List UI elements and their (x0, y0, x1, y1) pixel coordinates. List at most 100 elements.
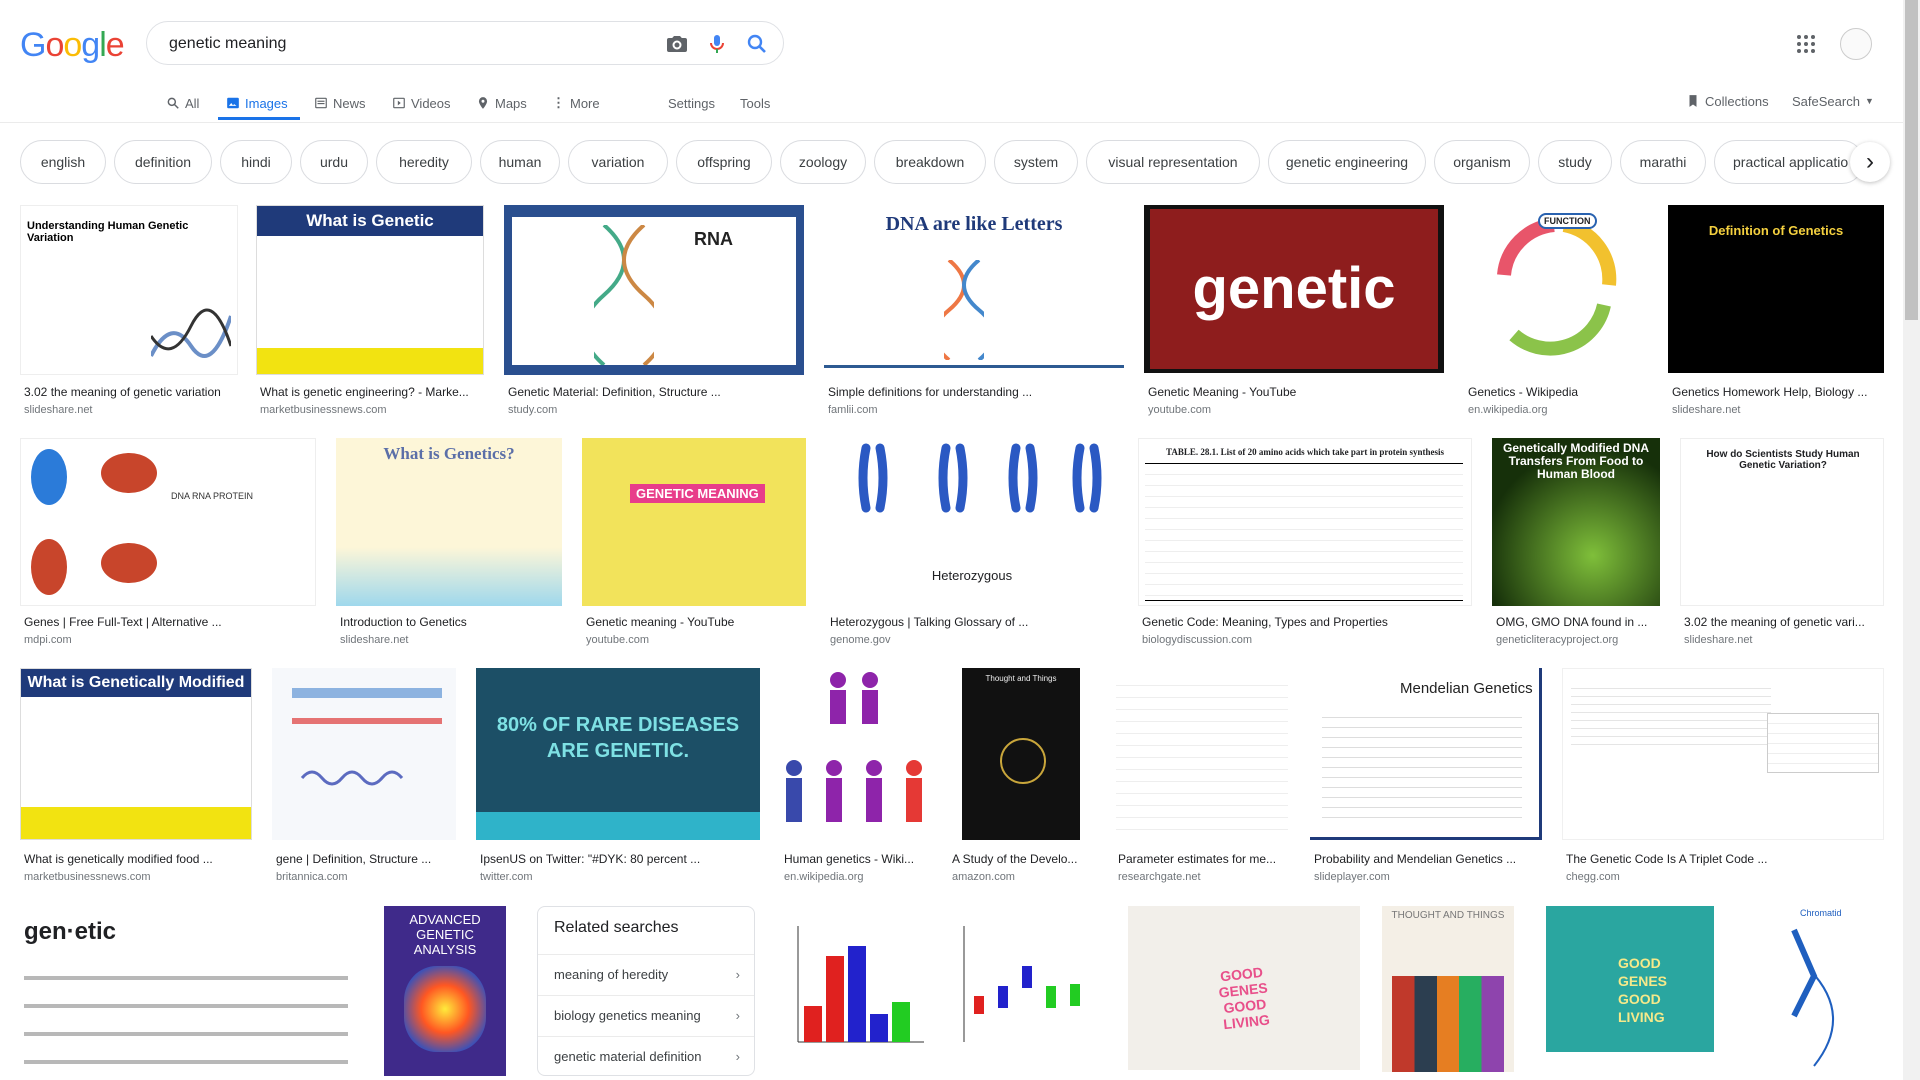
thumb-title: DNA are like Letters (885, 213, 1063, 235)
chip-practical-application[interactable]: practical applicatio (1714, 140, 1864, 184)
result-caption[interactable]: OMG, GMO DNA found in ... (1496, 615, 1660, 629)
result-thumbnail[interactable] (774, 906, 1108, 1070)
chevron-right-icon: › (735, 1049, 740, 1064)
camera-icon[interactable] (665, 32, 689, 56)
result-thumbnail[interactable]: Definition of Genetics (1668, 205, 1884, 373)
settings-link[interactable]: Settings (668, 90, 715, 116)
result-thumbnail[interactable]: TABLE. 28.1. List of 20 amino acids whic… (1138, 438, 1472, 606)
related-search-item[interactable]: meaning of heredity › (538, 954, 754, 994)
chip-human[interactable]: human (480, 140, 560, 184)
result-thumbnail[interactable]: ADVANCED GENETIC ANALYSIS (384, 906, 506, 1076)
chip-study[interactable]: study (1538, 140, 1612, 184)
chip-zoology[interactable]: zoology (780, 140, 866, 184)
result-thumbnail[interactable]: Mendelian Genetics (1310, 668, 1542, 840)
result-thumbnail[interactable]: genetic (1144, 205, 1444, 373)
result-caption[interactable]: Parameter estimates for me... (1118, 852, 1290, 866)
chip-urdu[interactable]: urdu (300, 140, 368, 184)
result-caption[interactable]: 3.02 the meaning of genetic variation (24, 385, 238, 399)
result-thumbnail[interactable]: What is Genetics? (336, 438, 562, 606)
search-input[interactable] (167, 32, 641, 56)
result-caption[interactable]: Human genetics - Wiki... (784, 852, 928, 866)
result-thumbnail[interactable]: THOUGHT AND THINGS (1382, 906, 1514, 1072)
related-search-item[interactable]: biology genetics meaning › (538, 995, 754, 1035)
collections-link[interactable]: Collections (1686, 88, 1769, 114)
result-thumbnail[interactable] (272, 668, 456, 840)
chips-next-button[interactable]: › (1850, 142, 1890, 182)
tools-link[interactable]: Tools (740, 90, 770, 116)
tab-more[interactable]: ⋮ More (552, 90, 600, 116)
result-thumbnail[interactable]: What is Genetically Modified Food? (20, 668, 252, 840)
google-logo[interactable]: Google (20, 26, 125, 65)
table-lines (1116, 674, 1288, 836)
result-caption[interactable]: Genetics - Wikipedia (1468, 385, 1648, 399)
result-thumbnail[interactable]: Genetically Modified DNA Transfers From … (1492, 438, 1660, 606)
result-thumbnail[interactable] (1562, 668, 1884, 840)
tab-videos[interactable]: Videos (392, 90, 451, 116)
result-thumbnail[interactable]: DNA RNA PROTEIN (20, 438, 316, 606)
result-thumbnail[interactable] (1114, 668, 1290, 840)
scrollbar-thumb[interactable] (1905, 0, 1918, 320)
result-thumbnail[interactable]: FUNCTION (1464, 205, 1648, 373)
search-icon[interactable] (745, 32, 769, 56)
tab-news[interactable]: News (314, 90, 366, 116)
chip-variation[interactable]: variation (568, 140, 668, 184)
result-thumbnail[interactable]: Chromatid (1734, 906, 1884, 1076)
safesearch-dropdown[interactable]: SafeSearch ▼ (1792, 88, 1874, 114)
avatar[interactable] (1840, 28, 1872, 60)
chip-genetic-engineering[interactable]: genetic engineering (1268, 140, 1426, 184)
result-caption[interactable]: What is genetic engineering? - Marke... (260, 385, 482, 399)
result-thumbnail[interactable]: gen·etic (20, 906, 352, 1076)
result-caption[interactable]: Genetic meaning - YouTube (586, 615, 806, 629)
result-thumbnail[interactable]: What is Genetic Engineering? (256, 205, 484, 375)
chip-organism[interactable]: organism (1434, 140, 1530, 184)
thumb-title: How do Scientists Study Human Genetic Va… (1706, 449, 1860, 471)
result-thumbnail[interactable]: Thought and Things (948, 668, 1094, 840)
result-caption[interactable]: IpsenUS on Twitter: "#DYK: 80 percent ..… (480, 852, 760, 866)
result-thumbnail[interactable]: 80% OF RARE DISEASES ARE GENETIC. (476, 668, 760, 840)
related-search-item[interactable]: genetic material definition › (538, 1036, 754, 1076)
result-caption[interactable]: gene | Definition, Structure ... (276, 852, 456, 866)
answer-box (1767, 713, 1879, 773)
result-source: twitter.com (480, 871, 533, 883)
result-source: genome.gov (830, 634, 891, 646)
result-caption[interactable]: Simple definitions for understanding ... (828, 385, 1124, 399)
result-thumbnail[interactable]: How do Scientists Study Human Genetic Va… (1680, 438, 1884, 606)
map-pin-icon (478, 97, 488, 109)
result-thumbnail[interactable]: GENETIC MEANING (582, 438, 806, 606)
result-thumbnail[interactable]: DNA are like Letters (824, 205, 1124, 368)
tab-all[interactable]: All (166, 90, 199, 116)
cycle-diagram (1497, 218, 1617, 356)
tab-maps[interactable]: Maps (476, 90, 527, 116)
result-thumbnail[interactable]: RNA (504, 205, 804, 375)
result-caption[interactable]: Heterozygous | Talking Glossary of ... (830, 615, 1118, 629)
chip-english[interactable]: english (20, 140, 106, 184)
microphone-icon[interactable] (705, 32, 729, 56)
result-caption[interactable]: Introduction to Genetics (340, 615, 562, 629)
result-caption[interactable]: Genetic Material: Definition, Structure … (508, 385, 804, 399)
result-thumbnail[interactable]: Heterozygous (826, 438, 1118, 606)
chip-system[interactable]: system (994, 140, 1078, 184)
thumb-title: GOOD GENES GOOD LIVING (1217, 963, 1271, 1033)
result-caption[interactable]: Genetics Homework Help, Biology ... (1672, 385, 1884, 399)
chip-heredity[interactable]: heredity (376, 140, 472, 184)
chip-hindi[interactable]: hindi (220, 140, 292, 184)
result-caption[interactable]: The Genetic Code Is A Triplet Code ... (1566, 852, 1884, 866)
result-caption[interactable]: Genetic Code: Meaning, Types and Propert… (1142, 615, 1472, 629)
result-thumbnail[interactable] (780, 668, 928, 840)
result-caption[interactable]: A Study of the Develo... (952, 852, 1094, 866)
chip-definition[interactable]: definition (114, 140, 212, 184)
chip-breakdown[interactable]: breakdown (874, 140, 986, 184)
result-caption[interactable]: Probability and Mendelian Genetics ... (1314, 852, 1542, 866)
result-caption[interactable]: Genetic Meaning - YouTube (1148, 385, 1444, 399)
result-thumbnail[interactable]: Understanding Human Genetic Variation (20, 205, 238, 375)
chip-offspring[interactable]: offspring (676, 140, 772, 184)
chip-marathi[interactable]: marathi (1620, 140, 1706, 184)
result-caption[interactable]: 3.02 the meaning of genetic vari... (1684, 615, 1884, 629)
result-thumbnail[interactable]: GOOD GENES GOOD LIVING (1128, 906, 1360, 1070)
chip-visual-representation[interactable]: visual representation (1086, 140, 1260, 184)
result-thumbnail[interactable]: GOOD GENES GOOD LIVING (1546, 906, 1714, 1052)
result-caption[interactable]: Genes | Free Full-Text | Alternative ... (24, 615, 314, 629)
apps-grid-icon[interactable] (1796, 34, 1816, 54)
tab-images[interactable]: Images (226, 90, 288, 116)
result-caption[interactable]: What is genetically modified food ... (24, 852, 252, 866)
